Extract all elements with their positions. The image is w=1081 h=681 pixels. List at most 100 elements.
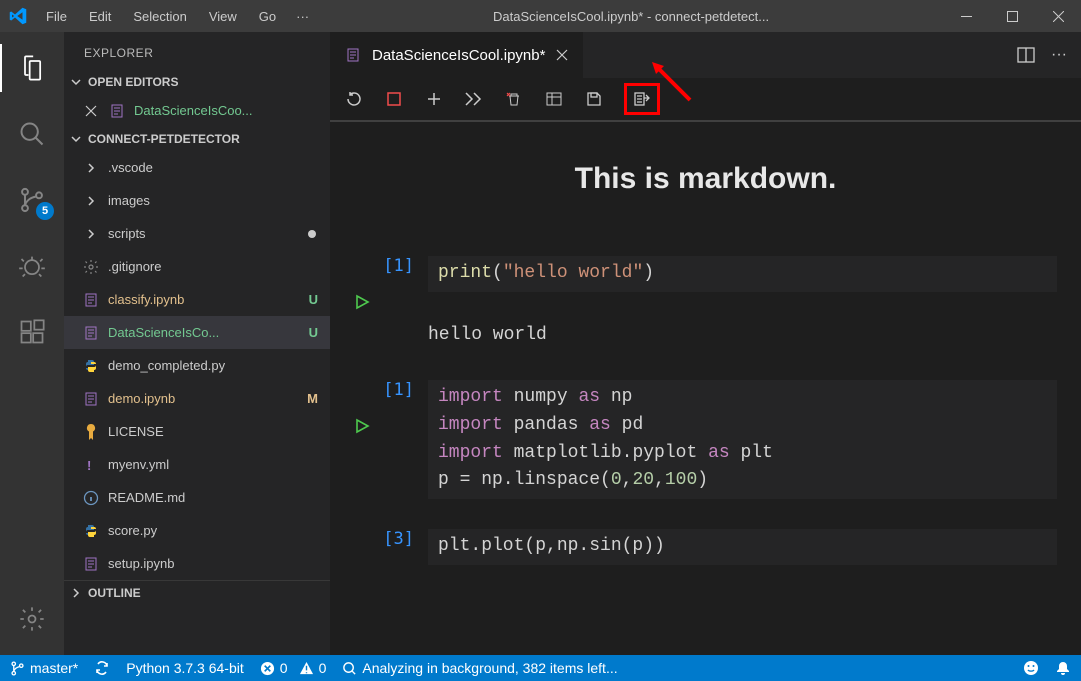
menu-view[interactable]: View	[199, 5, 247, 28]
activity-settings-icon[interactable]	[0, 595, 64, 643]
save-icon[interactable]	[584, 89, 604, 109]
chevron-right-icon	[82, 225, 100, 243]
code-input[interactable]: import numpy as npimport pandas as pdimp…	[428, 380, 1057, 500]
file-item[interactable]: demo_completed.py	[64, 349, 330, 382]
split-editor-icon[interactable]	[1017, 46, 1035, 64]
notebook-file-icon	[108, 102, 126, 120]
file-icon	[82, 555, 100, 573]
activity-bar: 5	[0, 32, 64, 655]
open-editor-item[interactable]: DataScienceIsCoo...	[64, 94, 330, 127]
file-icon: !	[82, 456, 100, 474]
file-icon	[82, 489, 100, 507]
file-icon	[82, 324, 100, 342]
feedback-icon[interactable]	[1023, 660, 1039, 676]
notifications-icon[interactable]	[1055, 660, 1071, 676]
close-icon[interactable]	[82, 102, 100, 120]
folder-item[interactable]: .vscode	[64, 151, 330, 184]
file-name: myenv.yml	[108, 457, 169, 472]
code-input[interactable]: print("hello world")	[428, 256, 1057, 292]
file-item[interactable]: ! myenv.yml	[64, 448, 330, 481]
file-name: README.md	[108, 490, 185, 505]
chevron-right-icon	[68, 585, 84, 601]
code-cell[interactable]: [1]print("hello world")hello world	[330, 256, 1081, 380]
menu-overflow-icon[interactable]: ···	[286, 5, 319, 28]
file-name: .gitignore	[108, 259, 161, 274]
open-editors-label: OPEN EDITORS	[88, 75, 178, 89]
git-status: U	[309, 292, 318, 307]
file-name: score.py	[108, 523, 157, 538]
folder-item[interactable]: images	[64, 184, 330, 217]
notebook-content[interactable]: This is markdown. [1]print("hello world"…	[330, 122, 1081, 655]
file-item[interactable]: .gitignore	[64, 250, 330, 283]
chevron-down-icon	[68, 74, 84, 90]
run-cell-icon[interactable]	[354, 294, 414, 310]
file-icon	[82, 390, 100, 408]
activity-extensions-icon[interactable]	[0, 308, 64, 356]
analyzing-status[interactable]: Analyzing in background, 382 items left.…	[342, 660, 617, 676]
python-env[interactable]: Python 3.7.3 64-bit	[126, 660, 244, 676]
menu-file[interactable]: File	[36, 5, 77, 28]
file-item[interactable]: README.md	[64, 481, 330, 514]
notebook-toolbar	[330, 78, 1081, 122]
add-cell-icon[interactable]	[424, 89, 444, 109]
tab-notebook[interactable]: DataScienceIsCool.ipynb*	[330, 32, 583, 78]
code-cell[interactable]: [3]plt.plot(p,np.sin(p))	[330, 529, 1081, 595]
file-name: classify.ipynb	[108, 292, 184, 307]
activity-search-icon[interactable]	[0, 110, 64, 158]
menu-go[interactable]: Go	[249, 5, 286, 28]
clear-output-icon[interactable]	[504, 89, 524, 109]
variables-icon[interactable]	[544, 89, 564, 109]
git-branch[interactable]: master*	[10, 660, 78, 676]
minimize-button[interactable]	[943, 0, 989, 32]
file-item[interactable]: DataScienceIsCo... U	[64, 316, 330, 349]
folder-item[interactable]: scripts	[64, 217, 330, 250]
menu-selection[interactable]: Selection	[123, 5, 196, 28]
project-label: CONNECT-PETDETECTOR	[88, 132, 240, 146]
file-name: demo.ipynb	[108, 391, 175, 406]
notebook-file-icon	[344, 46, 362, 64]
problems[interactable]: 0 0	[260, 660, 327, 676]
window-title: DataScienceIsCool.ipynb* - connect-petde…	[319, 9, 943, 24]
interrupt-kernel-icon[interactable]	[384, 89, 404, 109]
folder-name: scripts	[108, 226, 146, 241]
file-item[interactable]: setup.ipynb	[64, 547, 330, 580]
code-input[interactable]: plt.plot(p,np.sin(p))	[428, 529, 1057, 565]
menubar: File Edit Selection View Go	[36, 5, 286, 28]
close-button[interactable]	[1035, 0, 1081, 32]
svg-text:!: !	[87, 458, 91, 473]
tab-close-icon[interactable]	[555, 48, 569, 62]
exec-count: [1]	[354, 380, 414, 400]
run-all-icon[interactable]	[464, 89, 484, 109]
dirty-indicator-icon	[308, 230, 316, 238]
file-name: DataScienceIsCo...	[108, 325, 219, 340]
markdown-cell[interactable]: This is markdown.	[330, 162, 1081, 196]
editor-tabs: DataScienceIsCool.ipynb* ···	[330, 32, 1081, 78]
activity-scm-icon[interactable]: 5	[0, 176, 64, 224]
file-item[interactable]: demo.ipynbM	[64, 382, 330, 415]
file-item[interactable]: LICENSE	[64, 415, 330, 448]
open-editors-section[interactable]: OPEN EDITORS	[64, 70, 330, 94]
sidebar: EXPLORER OPEN EDITORS DataScienceIsCoo..…	[64, 32, 330, 655]
project-section[interactable]: CONNECT-PETDETECTOR	[64, 127, 330, 151]
restart-kernel-icon[interactable]	[344, 89, 364, 109]
file-item[interactable]: score.py	[64, 514, 330, 547]
file-icon	[82, 423, 100, 441]
error-count: 0	[280, 660, 288, 676]
activity-explorer-icon[interactable]	[0, 44, 64, 92]
code-cell[interactable]: [1] import numpy as npimport pandas as pd…	[330, 380, 1081, 530]
git-status: U	[309, 325, 318, 340]
sync-icon[interactable]	[94, 660, 110, 676]
maximize-button[interactable]	[989, 0, 1035, 32]
file-name: setup.ipynb	[108, 556, 175, 571]
more-actions-icon[interactable]: ···	[1051, 46, 1067, 64]
statusbar: master* Python 3.7.3 64-bit 0 0 Analyzin…	[0, 655, 1081, 681]
outline-section[interactable]: OUTLINE	[64, 580, 330, 605]
warning-count: 0	[319, 660, 327, 676]
activity-debug-icon[interactable]	[0, 242, 64, 290]
chevron-right-icon	[82, 159, 100, 177]
file-icon	[82, 522, 100, 540]
menu-edit[interactable]: Edit	[79, 5, 121, 28]
file-item[interactable]: classify.ipynb U	[64, 283, 330, 316]
run-cell-icon[interactable]	[354, 418, 414, 434]
outline-label: OUTLINE	[88, 586, 141, 600]
